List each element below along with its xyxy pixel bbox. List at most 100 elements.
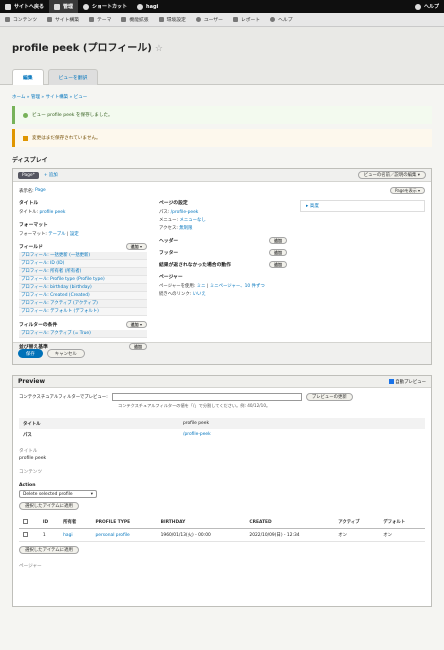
- primary-tabs: 編集 ビューを翻訳: [12, 69, 99, 85]
- pager-caption: ページャー: [19, 564, 42, 569]
- owner-link[interactable]: hagi: [59, 529, 91, 542]
- preview-info-table: タイトル profile peek パス/profile-peek: [19, 418, 425, 440]
- star-icon: [83, 3, 90, 10]
- field-item[interactable]: プロフィール: 所有者 (所有者): [19, 268, 147, 276]
- title-caption: タイトル: [19, 449, 38, 454]
- display-name-label: 表示名:: [19, 188, 34, 194]
- structure-icon: [47, 17, 52, 22]
- sort-add-button[interactable]: 追加: [129, 343, 147, 350]
- field-item[interactable]: プロフィール: Profile type (Profile type): [19, 276, 147, 284]
- pager-items-value[interactable]: ミニページャー、10 件ずつ: [210, 284, 265, 289]
- views-edit-panel: Page* + 追加 ビューの名前／説明の編集 ▾ 表示名: Page Page…: [12, 168, 432, 365]
- status-message: ビュー profile peek を保存しました。: [12, 106, 432, 124]
- breadcrumb[interactable]: ホーム » 管理 » サイト構築 » ビュー: [0, 85, 444, 106]
- help-icon: [270, 17, 276, 22]
- tab-translate[interactable]: ビューを翻訳: [47, 69, 99, 85]
- user-tab[interactable]: hagi: [132, 0, 163, 13]
- chart-icon: [232, 17, 238, 22]
- menu-item-extend[interactable]: 機能拡張: [116, 13, 153, 27]
- preview-panel: Preview 自動プレビュー コンテクスチュアルフィルターでプレビュー: プレ…: [12, 375, 432, 607]
- add-display-link[interactable]: + 追加: [44, 172, 58, 178]
- pager-type-value[interactable]: ミニ: [197, 284, 206, 289]
- cancel-button[interactable]: キャンセル: [46, 349, 85, 358]
- auto-preview-checkbox[interactable]: [388, 378, 394, 384]
- fields-add-button[interactable]: 追加 ▾: [125, 243, 147, 250]
- column-header: PROFILE TYPE: [95, 519, 131, 525]
- menu-item-config[interactable]: 環境設定: [154, 13, 191, 27]
- auto-preview-toggle[interactable]: 自動プレビュー: [388, 378, 426, 385]
- action-select[interactable]: Delete selected profile ▾: [19, 490, 97, 498]
- preview-path-link[interactable]: /profile-peek: [179, 429, 425, 440]
- menu-item-help[interactable]: ヘルプ: [265, 13, 297, 27]
- title-heading: タイトル: [19, 201, 39, 206]
- tab-edit[interactable]: 編集: [12, 69, 44, 85]
- advanced-toggle[interactable]: ▸ 高度: [300, 200, 425, 212]
- menu-item-people[interactable]: ユーザー: [191, 13, 228, 27]
- menu-icon: [54, 3, 61, 10]
- apply-selected-button-top[interactable]: 選択したアイテムに適用: [19, 502, 79, 510]
- apply-selected-button-bottom[interactable]: 選択したアイテムに適用: [19, 546, 79, 554]
- select-all-checkbox[interactable]: [23, 519, 28, 524]
- content-icon: [5, 17, 10, 22]
- select-all-header[interactable]: [19, 516, 39, 529]
- profile-type-link[interactable]: personal profile: [91, 529, 156, 542]
- left-column: タイトル タイトル: profile peek フォーマット フォーマット: テ…: [13, 194, 153, 350]
- action-label: Action: [19, 483, 36, 488]
- admin-toolbar: サイトへ戻る 管理 ショートカット hagi ヘルプ: [0, 0, 444, 13]
- more-link-value[interactable]: いいえ: [193, 292, 206, 297]
- display-tab-page[interactable]: Page*: [18, 171, 39, 179]
- check-icon: [23, 112, 28, 118]
- format-value[interactable]: テーブル: [48, 232, 65, 237]
- path-value[interactable]: /profile-peek: [171, 210, 199, 215]
- format-settings-link[interactable]: 設定: [70, 232, 79, 237]
- filter-add-button[interactable]: 追加 ▾: [125, 321, 147, 328]
- edit-view-name-button[interactable]: ビューの名前／説明の編集 ▾: [357, 171, 426, 179]
- footer-add-button[interactable]: 追加: [269, 249, 287, 256]
- page-header: profile peek (プロフィール) ☆ 編集 ビューを翻訳: [0, 27, 444, 85]
- display-name-value[interactable]: Page: [35, 188, 46, 193]
- field-item[interactable]: プロフィール: デフォルト (デフォルト): [19, 308, 147, 316]
- contextual-filter-label: コンテクスチュアルフィルターでプレビュー:: [19, 395, 108, 400]
- column-header: BIRTHDAY: [160, 519, 186, 525]
- menu-item-content[interactable]: コンテンツ: [0, 13, 42, 27]
- shortcuts-tab[interactable]: ショートカット: [78, 0, 132, 13]
- menu-item-reports[interactable]: レポート: [228, 13, 265, 27]
- field-item[interactable]: プロフィール: ID (ID): [19, 260, 147, 268]
- help-tab[interactable]: ヘルプ: [410, 0, 444, 13]
- show-page-button[interactable]: Pageを表示 ▾: [390, 187, 425, 194]
- contextual-filter-input[interactable]: [111, 393, 302, 401]
- field-item[interactable]: プロフィール: アクティブ (アクティブ): [19, 300, 147, 308]
- header-add-button[interactable]: 追加: [269, 237, 287, 244]
- middle-column: ページの設定 パス: /profile-peek メニュー: メニューなし アク…: [153, 194, 293, 342]
- manage-tab[interactable]: 管理: [49, 0, 79, 13]
- column-header: アクティブ: [338, 520, 360, 525]
- field-item[interactable]: プロフィール: Created (Created): [19, 292, 147, 300]
- page-title: profile peek (プロフィール): [12, 43, 152, 54]
- field-item[interactable]: プロフィール: 一括更新 (一括更新): [19, 252, 147, 260]
- menu-item-appearance[interactable]: テーマ: [84, 13, 116, 27]
- no-results-add-button[interactable]: 追加: [269, 261, 287, 268]
- access-value[interactable]: 無制限: [179, 226, 192, 231]
- title-value[interactable]: profile peek: [39, 210, 65, 215]
- row-checkbox[interactable]: [23, 532, 28, 537]
- help-icon: [414, 3, 421, 10]
- warning-icon: [23, 135, 28, 141]
- header-heading: ヘッダー: [159, 239, 179, 244]
- menu-item-structure[interactable]: サイト構築: [42, 13, 84, 27]
- back-to-site-link[interactable]: サイトへ戻る: [0, 0, 49, 13]
- pager-heading: ページャー: [159, 275, 183, 280]
- footer-heading: フッター: [159, 251, 179, 256]
- column-header: デフォルト: [383, 520, 406, 525]
- content-caption: コンテンツ: [19, 470, 42, 475]
- user-icon: [137, 3, 144, 10]
- update-preview-button[interactable]: プレビューの更新: [305, 393, 353, 401]
- chevron-down-icon: ▾: [90, 491, 93, 497]
- home-icon: [5, 3, 11, 10]
- save-button[interactable]: 保存: [18, 349, 43, 358]
- filter-item[interactable]: プロフィール: アクティブ (= True): [19, 330, 147, 338]
- displays-heading: ディスプレイ: [12, 157, 48, 164]
- shortcut-star-icon[interactable]: ☆: [155, 44, 163, 54]
- column-header: 所有者: [63, 520, 77, 525]
- field-item[interactable]: プロフィール: birthday (birthday): [19, 284, 147, 292]
- menu-value[interactable]: メニューなし: [179, 218, 205, 223]
